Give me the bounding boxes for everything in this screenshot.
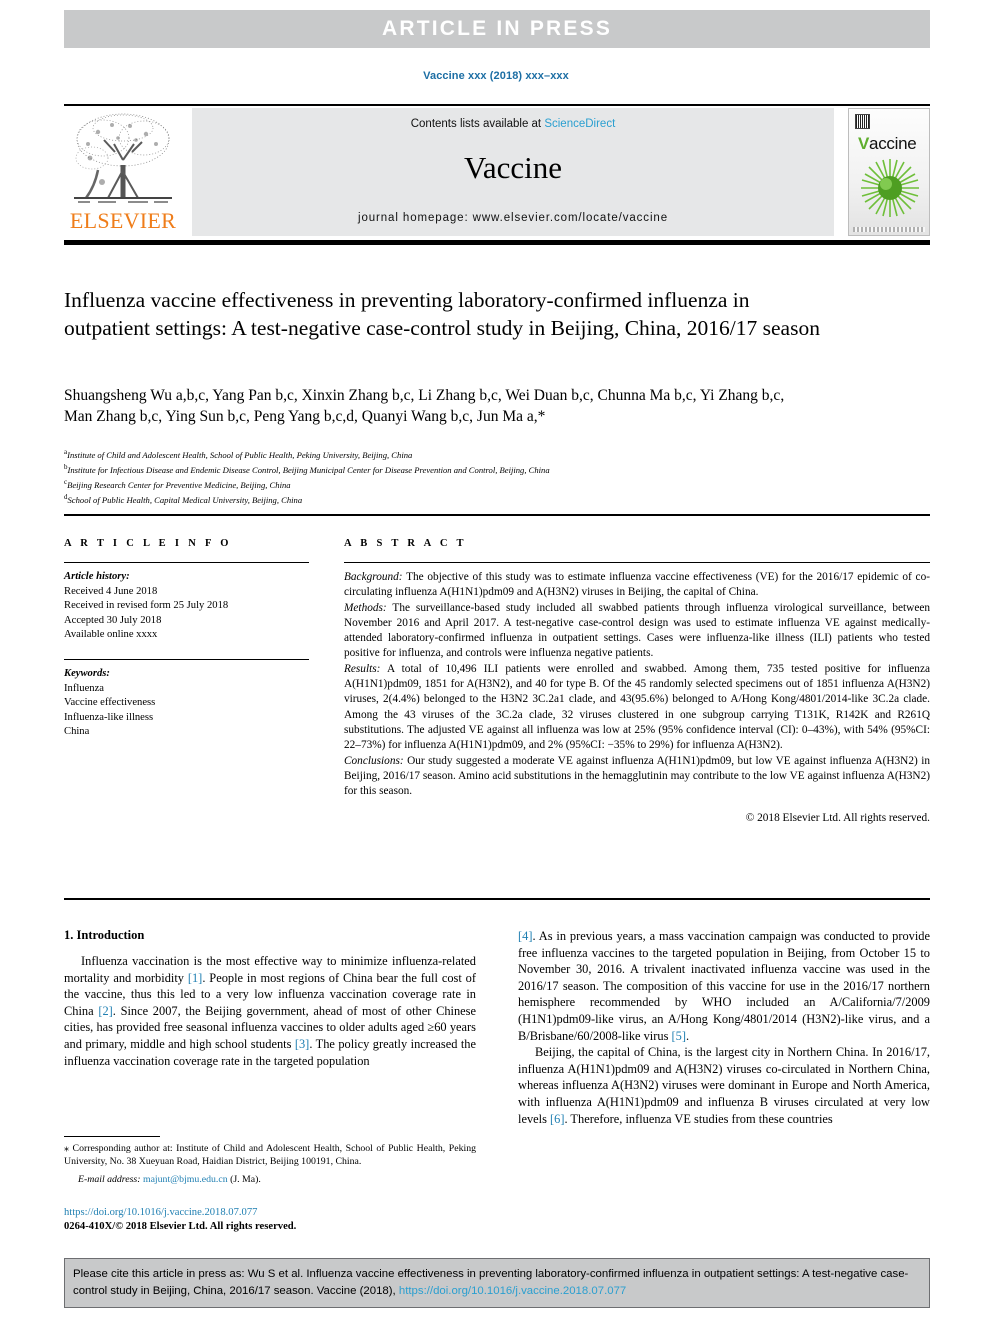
keyword-item: Influenza <box>64 682 104 694</box>
footnote-block: ⁎ Corresponding author at: Institute of … <box>64 1142 476 1187</box>
history-item: Available online xxxx <box>64 629 158 641</box>
elsevier-logo: ELSEVIER <box>64 108 182 236</box>
article-page: ARTICLE IN PRESS Vaccine xxx (2018) xxx–… <box>0 0 992 1323</box>
abstract-results-label: Results: <box>344 662 381 675</box>
cite-doi-link[interactable]: https://doi.org/10.1016/j.vaccine.2018.0… <box>399 1285 626 1297</box>
introduction-paragraph-2: Beijing, the capital of China, is the la… <box>518 1044 930 1127</box>
email-link[interactable]: majunt@bjmu.edu.cn <box>143 1174 228 1185</box>
history-item: Accepted 30 July 2018 <box>64 614 162 626</box>
info-section-top-rule <box>64 514 930 516</box>
elsevier-tree-icon <box>74 113 172 203</box>
cover-title-initial: V <box>858 134 870 153</box>
affiliation-list: aInstitute of Child and Adolescent Healt… <box>64 446 764 506</box>
keyword-item: China <box>64 726 90 738</box>
journal-cover-thumbnail: Vaccine <box>848 108 930 236</box>
cover-footer-text <box>853 227 925 232</box>
citation-ref-1[interactable]: [1] <box>188 971 202 985</box>
author-line-2: Man Zhang b,c, Ying Sun b,c, Peng Yang b… <box>64 408 546 425</box>
masthead-top-rule <box>64 104 930 106</box>
citation-ref-4[interactable]: [4] <box>518 929 532 943</box>
citation-ref-2[interactable]: [2] <box>98 1004 112 1018</box>
affiliation-text: School of Public Health, Capital Medical… <box>67 495 303 506</box>
keyword-item: Influenza-like illness <box>64 711 154 723</box>
affiliation-text: Institute for Infectious Disease and End… <box>67 464 550 475</box>
abstract-results: Results: A total of 10,496 ILI patients … <box>344 662 930 754</box>
abstract-column: A B S T R A C T Background: The objectiv… <box>344 538 930 827</box>
abstract-conclusions-text: Our study suggested a moderate VE agains… <box>344 754 930 798</box>
author-line-1: Shuangsheng Wu a,b,c, Yang Pan b,c, Xinx… <box>64 387 785 404</box>
abstract-results-text: A total of 10,496 ILI patients were enro… <box>344 662 930 752</box>
doi-block: https://doi.org/10.1016/j.vaccine.2018.0… <box>64 1206 476 1234</box>
journal-masthead: ELSEVIER Contents lists available at Sci… <box>64 108 930 236</box>
cite-text: Please cite this article in press as: Wu… <box>73 1266 921 1300</box>
citation-ref-6[interactable]: [6] <box>550 1112 564 1126</box>
journal-homepage-line[interactable]: journal homepage: www.elsevier.com/locat… <box>192 212 834 224</box>
article-info-divider <box>64 562 309 563</box>
abstract-divider <box>344 562 930 563</box>
abstract-copyright: © 2018 Elsevier Ltd. All rights reserved… <box>745 812 930 825</box>
sciencedirect-link[interactable]: ScienceDirect <box>544 118 615 130</box>
article-in-press-label: ARTICLE IN PRESS <box>381 17 613 40</box>
masthead-bottom-rule <box>64 240 930 245</box>
affiliation-text: Institute of Child and Adolescent Health… <box>67 449 413 460</box>
intro-text-e: . As in previous years, a mass vaccinati… <box>518 929 930 1043</box>
abstract-methods: Methods: The surveillance-based study in… <box>344 601 930 662</box>
body-section-top-rule <box>64 898 930 900</box>
email-suffix: (J. Ma). <box>227 1174 261 1186</box>
affiliation-text: Beijing Research Center for Preventive M… <box>67 479 291 490</box>
journal-title: Vaccine <box>463 150 563 185</box>
abstract-heading: A B S T R A C T <box>344 538 467 549</box>
introduction-paragraph-1-left: Influenza vaccination is the most effect… <box>64 953 476 1069</box>
cite-this-article-box: Please cite this article in press as: Wu… <box>64 1258 930 1308</box>
doi-link[interactable]: https://doi.org/10.1016/j.vaccine.2018.0… <box>64 1206 476 1220</box>
abstract-body: Background: The objective of this study … <box>344 570 930 827</box>
article-in-press-banner: ARTICLE IN PRESS <box>64 10 930 48</box>
contents-available-line: Contents lists available at ScienceDirec… <box>192 118 834 130</box>
abstract-background: Background: The objective of this study … <box>344 570 930 601</box>
introduction-paragraph-1-right: [4]. As in previous years, a mass vaccin… <box>518 928 930 1044</box>
email-line: E-mail address: majunt@bjmu.edu.cn (J. M… <box>64 1173 476 1186</box>
abstract-methods-label: Methods: <box>344 601 387 614</box>
affiliation-item: dSchool of Public Health, Capital Medica… <box>64 491 764 506</box>
intro-text-h: . Therefore, influenza VE studies from t… <box>564 1111 833 1126</box>
abstract-background-label: Background: <box>344 571 403 583</box>
abstract-background-text: The objective of this study was to estim… <box>344 571 930 599</box>
cover-title: Vaccine <box>858 134 917 154</box>
article-history-block: Article history: Received 4 June 2018 Re… <box>64 570 309 643</box>
contents-prefix: Contents lists available at <box>410 118 545 130</box>
barcode-icon <box>855 114 870 129</box>
introduction-heading: 1. Introduction <box>64 928 145 942</box>
contents-box: Contents lists available at ScienceDirec… <box>192 108 834 236</box>
intro-text-f: . <box>685 1028 690 1043</box>
affiliation-item: aInstitute of Child and Adolescent Healt… <box>64 446 764 461</box>
citation-ref-5[interactable]: [5] <box>672 1029 686 1043</box>
elsevier-wordmark: ELSEVIER <box>69 208 177 233</box>
keyword-item: Vaccine effectiveness <box>64 697 156 709</box>
body-column-right: [4]. As in previous years, a mass vaccin… <box>518 928 930 1127</box>
abstract-methods-text: The surveillance-based study included al… <box>344 601 930 660</box>
keywords-divider <box>64 658 309 660</box>
issn-copyright: 0264-410X/© 2018 Elsevier Ltd. All right… <box>64 1221 297 1232</box>
abstract-conclusions-label: Conclusions: <box>344 754 404 767</box>
corresponding-author-text: Corresponding author at: Institute of Ch… <box>64 1143 476 1168</box>
article-info-heading: A R T I C L E I N F O <box>64 538 232 549</box>
footnote-divider <box>64 1136 160 1137</box>
article-info-column: A R T I C L E I N F O Article history: R… <box>64 538 309 740</box>
abstract-conclusions: Conclusions: Our study suggested a moder… <box>344 754 930 800</box>
email-label: E-mail address: <box>78 1174 141 1186</box>
author-list: Shuangsheng Wu a,b,c, Yang Pan b,c, Xinx… <box>64 385 930 427</box>
affiliation-item: bInstitute for Infectious Disease and En… <box>64 461 764 476</box>
virus-burst-icon <box>861 159 919 217</box>
history-item: Received 4 June 2018 <box>64 585 158 597</box>
article-history-label: Article history: <box>64 571 130 582</box>
affiliation-item: cBeijing Research Center for Preventive … <box>64 476 764 491</box>
body-column-left: 1. Introduction Influenza vaccination is… <box>64 928 476 1069</box>
cover-title-rest: accine <box>869 134 917 153</box>
keywords-block: Keywords: Influenza Vaccine effectivenes… <box>64 667 309 740</box>
history-item: Received in revised form 25 July 2018 <box>64 600 229 612</box>
keywords-label: Keywords: <box>64 667 110 679</box>
page-title: Influenza vaccine effectiveness in preve… <box>64 288 820 340</box>
citation-ref-3[interactable]: [3] <box>295 1037 309 1051</box>
journal-reference-line: Vaccine xxx (2018) xxx–xxx <box>423 70 569 82</box>
